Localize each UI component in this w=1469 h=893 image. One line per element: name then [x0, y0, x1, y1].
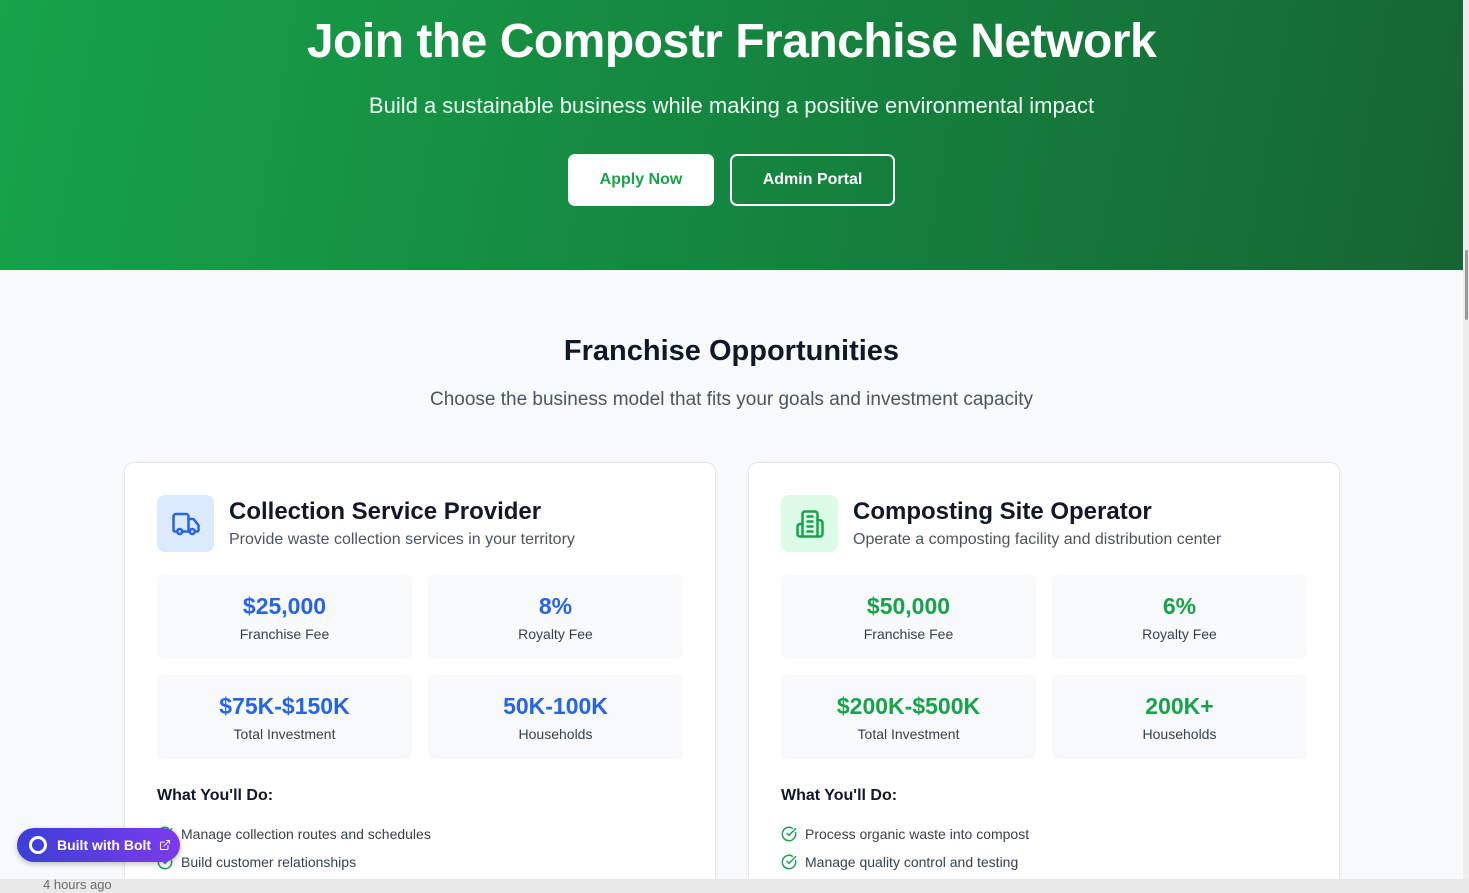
todo-heading: What You'll Do: [157, 787, 274, 804]
list-item: Build customer relationships [157, 848, 431, 876]
franchise-card-composting: Composting Site Operator Operate a compo… [748, 462, 1340, 879]
stat-franchise-fee: $25,000 Franchise Fee [157, 575, 412, 659]
stat-total-investment: $200K-$500K Total Investment [781, 675, 1036, 759]
stat-value: $50,000 [866, 593, 951, 619]
page-viewport: Join the Compostr Franchise Network Buil… [0, 0, 1463, 879]
hero-banner: Join the Compostr Franchise Network Buil… [0, 0, 1463, 270]
section-title: Franchise Opportunities [563, 335, 900, 367]
list-item-text: Process organic waste into compost [805, 826, 1030, 842]
stat-label: Royalty Fee [1142, 626, 1217, 642]
scrollbar[interactable] [1463, 0, 1469, 879]
apply-now-button[interactable]: Apply Now [568, 154, 714, 206]
stat-franchise-fee: $50,000 Franchise Fee [781, 575, 1036, 659]
todo-list: Process organic waste into compost Manag… [781, 820, 1029, 876]
built-with-bolt-badge[interactable]: Built with Bolt [17, 828, 180, 862]
todo-heading: What You'll Do: [781, 787, 898, 804]
truck-icon [157, 495, 214, 552]
stat-label: Households [1142, 726, 1217, 742]
list-item-text: Manage collection routes and schedules [181, 826, 431, 842]
stat-royalty-fee: 6% Royalty Fee [1052, 575, 1307, 659]
bolt-logo-icon [29, 836, 47, 854]
card-description: Provide waste collection services in you… [229, 531, 575, 548]
card-title: Collection Service Provider [229, 498, 542, 525]
stat-label: Total Investment [233, 726, 336, 742]
stat-households: 200K+ Households [1052, 675, 1307, 759]
stat-label: Franchise Fee [863, 626, 954, 642]
stat-value: 8% [538, 593, 573, 619]
card-description: Operate a composting facility and distri… [853, 531, 1222, 548]
stat-label: Total Investment [857, 726, 960, 742]
building-icon [781, 495, 838, 552]
stat-value: 6% [1162, 593, 1197, 619]
underlying-window-strip: 4 hours ago [0, 877, 1469, 893]
scrollbar-thumb[interactable] [1465, 250, 1468, 320]
stat-households: 50K-100K Households [428, 675, 683, 759]
hero-subtitle: Build a sustainable business while makin… [368, 93, 1095, 118]
check-circle-icon [781, 854, 797, 870]
check-circle-icon [781, 826, 797, 842]
underlay-timestamp: 4 hours ago [43, 877, 112, 892]
stat-value: $200K-$500K [836, 693, 981, 719]
franchise-card-collection: Collection Service Provider Provide wast… [124, 462, 716, 879]
section-subtitle: Choose the business model that fits your… [429, 389, 1034, 410]
todo-list: Manage collection routes and schedules B… [157, 820, 431, 876]
stat-value: 200K+ [1145, 693, 1214, 719]
list-item: Process organic waste into compost [781, 820, 1029, 848]
stat-label: Households [518, 726, 593, 742]
list-item-text: Build customer relationships [181, 854, 357, 870]
stat-label: Royalty Fee [518, 626, 593, 642]
list-item: Manage quality control and testing [781, 848, 1029, 876]
badge-label: Built with Bolt [57, 837, 152, 853]
card-title: Composting Site Operator [853, 498, 1152, 525]
list-item-text: Manage quality control and testing [805, 854, 1019, 870]
external-link-icon [160, 839, 171, 851]
admin-portal-button[interactable]: Admin Portal [730, 154, 895, 206]
stat-total-investment: $75K-$150K Total Investment [157, 675, 412, 759]
list-item: Manage collection routes and schedules [157, 820, 431, 848]
stat-value: 50K-100K [503, 693, 608, 719]
hero-title: Join the Compostr Franchise Network [306, 15, 1157, 68]
stat-label: Franchise Fee [239, 626, 330, 642]
stat-value: $25,000 [242, 593, 327, 619]
stat-royalty-fee: 8% Royalty Fee [428, 575, 683, 659]
stat-value: $75K-$150K [219, 693, 350, 719]
